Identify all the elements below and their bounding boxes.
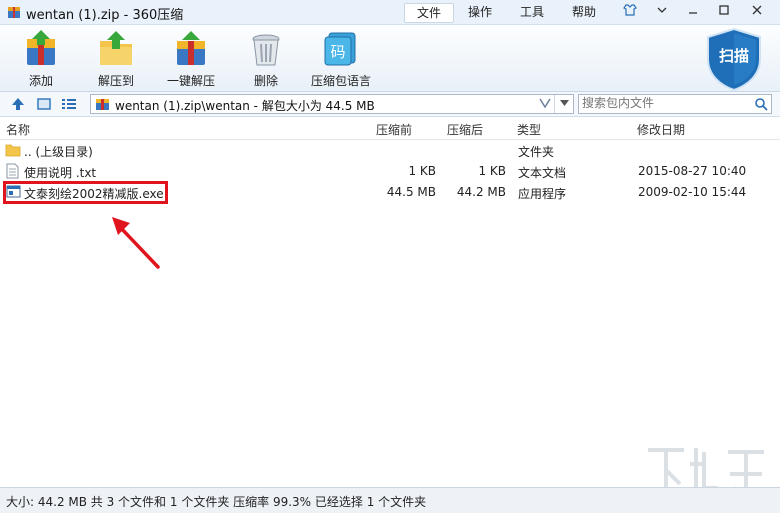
menu-tools[interactable]: 工具: [510, 3, 554, 21]
file-size-before: 1 KB: [408, 164, 436, 178]
file-type: 文件夹: [518, 145, 555, 159]
one-click-extract-button[interactable]: 一键解压: [156, 29, 226, 89]
menu-file[interactable]: 文件: [404, 3, 454, 23]
title-bar: wentan (1).zip - 360压缩 文件 操作 工具 帮助: [0, 0, 780, 25]
file-modified: 2015-08-27 10:40: [638, 164, 747, 178]
column-size-after[interactable]: 压缩后: [447, 121, 483, 138]
search-box[interactable]: [578, 94, 772, 114]
skin-icon[interactable]: [621, 3, 639, 21]
column-modified[interactable]: 修改日期: [637, 121, 685, 138]
extract-to-button[interactable]: 解压到: [81, 29, 151, 89]
column-type[interactable]: 类型: [517, 121, 541, 138]
app-icon: [8, 7, 20, 18]
file-size-before: 44.5 MB: [386, 185, 436, 199]
path-history-icon[interactable]: [539, 96, 551, 113]
text-file-icon: [6, 163, 19, 179]
file-name: .. (上级目录): [24, 145, 93, 159]
column-size-before[interactable]: 压缩前: [376, 121, 412, 138]
scan-button[interactable]: 扫描: [704, 27, 764, 92]
path-text: wentan (1).zip\wentan - 解包大小为 44.5 MB: [115, 99, 375, 113]
archive-language-button[interactable]: 码 压缩包语言: [306, 29, 376, 89]
file-row-parent[interactable]: .. (上级目录) 文件夹: [0, 140, 780, 161]
maximize-icon[interactable]: [715, 3, 733, 21]
search-icon[interactable]: [754, 97, 768, 111]
one-click-extract-icon: [177, 31, 205, 65]
address-bar: wentan (1).zip\wentan - 解包大小为 44.5 MB: [0, 92, 780, 117]
trash-icon: [252, 34, 280, 66]
annotation-arrow-icon: [112, 217, 160, 269]
up-arrow-icon[interactable]: [10, 96, 26, 112]
file-size-after: 44.2 MB: [456, 185, 506, 199]
archive-icon: [96, 99, 109, 110]
minimize-icon[interactable]: [684, 3, 702, 21]
path-field[interactable]: wentan (1).zip\wentan - 解包大小为 44.5 MB: [90, 94, 574, 114]
file-type: 文本文档: [518, 166, 567, 180]
toolbar: 添加 解压到 一键解压 删除 码 压缩包语言 扫描: [0, 25, 780, 92]
language-icon: 码: [324, 32, 356, 66]
extract-folder-icon: [100, 31, 132, 65]
svg-text:码: 码: [330, 43, 345, 61]
add-archive-icon: [27, 30, 55, 65]
menu-help[interactable]: 帮助: [562, 3, 606, 21]
status-text: 大小: 44.2 MB 共 3 个文件和 1 个文件夹 压缩率 99.3% 已经…: [6, 495, 427, 509]
add-button[interactable]: 添加: [6, 29, 76, 89]
large-icons-view-icon[interactable]: [36, 96, 52, 112]
delete-button[interactable]: 删除: [231, 29, 301, 89]
path-dropdown-icon[interactable]: [554, 95, 573, 113]
status-bar: 大小: 44.2 MB 共 3 个文件和 1 个文件夹 压缩率 99.3% 已经…: [0, 487, 780, 513]
close-icon[interactable]: [748, 3, 766, 21]
folder-icon: [5, 144, 21, 157]
file-name: 使用说明 .txt: [24, 166, 97, 180]
list-view-icon[interactable]: [61, 96, 77, 112]
file-type: 应用程序: [518, 187, 567, 201]
file-row-txt[interactable]: 使用说明 .txt 1 KB 1 KB 文本文档 2015-08-27 10:4…: [0, 161, 780, 182]
menu-operate[interactable]: 操作: [458, 3, 502, 21]
file-modified: 2009-02-10 15:44: [638, 185, 747, 199]
column-header-row: 名称 压缩前 压缩后 类型 修改日期: [0, 117, 780, 140]
column-name[interactable]: 名称: [6, 121, 30, 138]
search-input[interactable]: [582, 96, 746, 110]
file-size-after: 1 KB: [478, 164, 506, 178]
window-title: wentan (1).zip - 360压缩: [26, 8, 184, 23]
menu-dropdown-icon[interactable]: [653, 3, 671, 21]
highlight-box: [3, 181, 168, 204]
